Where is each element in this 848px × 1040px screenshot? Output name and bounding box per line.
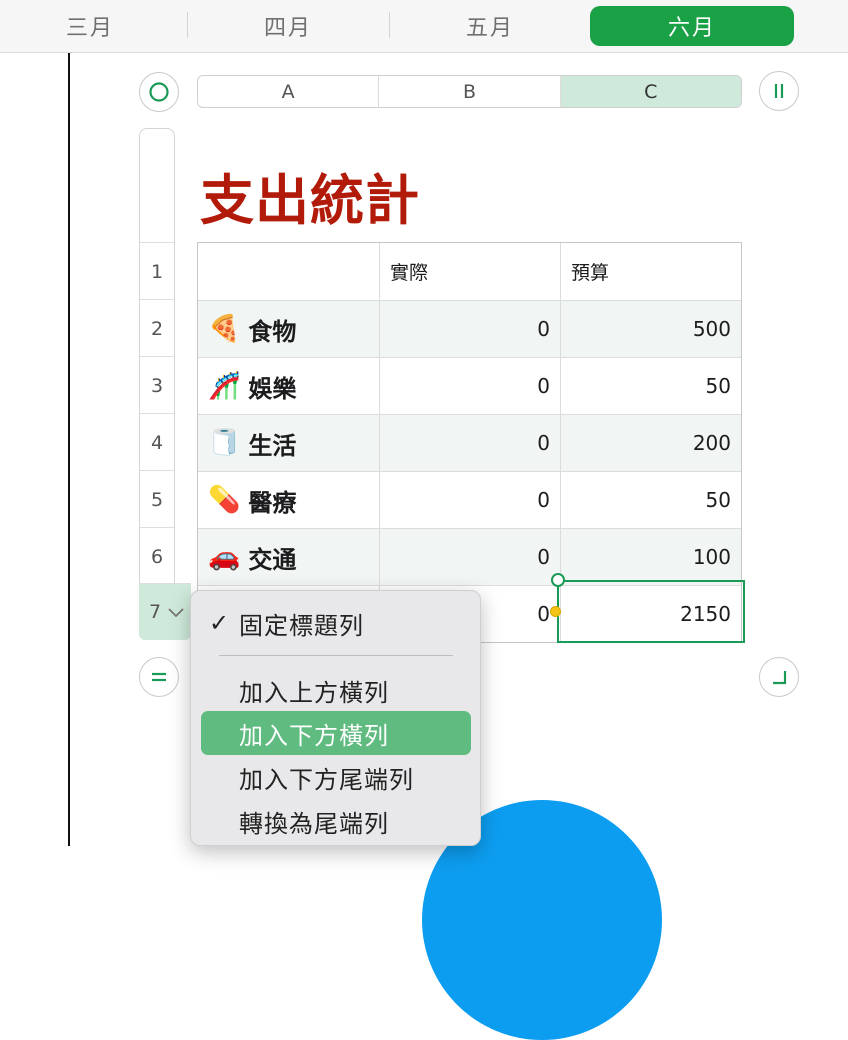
category-label: 生活 bbox=[248, 431, 297, 460]
category-cell[interactable]: 🧻 生活 bbox=[198, 415, 379, 471]
actual-cell[interactable]: 0 bbox=[379, 358, 560, 414]
column-handle-icon bbox=[774, 84, 784, 98]
header-cell-budget[interactable]: 預算 bbox=[560, 243, 741, 300]
budget-cell[interactable]: 200 bbox=[560, 415, 741, 471]
row-header-1[interactable]: 1 bbox=[140, 242, 174, 300]
pill-icon: 💊 bbox=[208, 485, 241, 515]
add-column-button[interactable] bbox=[759, 71, 799, 111]
page-margin-line bbox=[68, 53, 70, 846]
roller-coaster-icon: 🎢 bbox=[208, 371, 241, 401]
menu-item-add-row-above[interactable]: 加入上方橫列 bbox=[201, 668, 471, 712]
row-header-4[interactable]: 4 bbox=[140, 413, 174, 471]
table-header-row: 實際 預算 bbox=[198, 243, 741, 300]
actual-cell[interactable]: 0 bbox=[379, 472, 560, 528]
add-row-button[interactable] bbox=[139, 657, 179, 697]
checkmark-icon: ✓ bbox=[209, 609, 231, 637]
table-row: 🎢 娛樂 0 50 bbox=[198, 357, 741, 414]
row-handle-icon bbox=[152, 672, 166, 682]
month-tab-bar: 三月 四月 五月 六月 bbox=[0, 0, 848, 53]
budget-cell[interactable]: 50 bbox=[560, 472, 741, 528]
tab-april[interactable]: 四月 bbox=[196, 6, 380, 46]
pizza-icon: 🍕 bbox=[208, 314, 241, 344]
header-cell-actual[interactable]: 實際 bbox=[379, 243, 560, 300]
circle-icon bbox=[149, 82, 169, 102]
selection-handle-top[interactable] bbox=[551, 573, 565, 587]
category-cell[interactable]: 🍕 食物 bbox=[198, 301, 379, 357]
menu-item-freeze-header-rows[interactable]: ✓ 固定標題列 bbox=[201, 601, 471, 645]
table-row: 💊 醫療 0 50 bbox=[198, 471, 741, 528]
category-cell[interactable]: 🚗 交通 bbox=[198, 529, 379, 585]
header-cell-category[interactable] bbox=[198, 243, 379, 300]
actual-cell[interactable]: 0 bbox=[379, 415, 560, 471]
category-label: 醫療 bbox=[248, 488, 297, 517]
cell-selection-outline bbox=[557, 580, 745, 643]
budget-cell[interactable]: 50 bbox=[560, 358, 741, 414]
row-header-2[interactable]: 2 bbox=[140, 299, 174, 357]
category-label: 娛樂 bbox=[248, 374, 297, 403]
category-label: 交通 bbox=[248, 545, 297, 574]
car-icon: 🚗 bbox=[208, 542, 241, 572]
column-header-b[interactable]: B bbox=[379, 76, 561, 107]
corner-resize-icon bbox=[773, 671, 787, 685]
tab-june[interactable]: 六月 bbox=[590, 6, 794, 46]
column-header-c[interactable]: C bbox=[560, 76, 741, 107]
table-row: 🧻 生活 0 200 bbox=[198, 414, 741, 471]
row-header-5[interactable]: 5 bbox=[140, 470, 174, 528]
tab-divider bbox=[389, 12, 390, 38]
toilet-paper-icon: 🧻 bbox=[208, 428, 241, 458]
actual-cell[interactable]: 0 bbox=[379, 529, 560, 585]
table-row: 🍕 食物 0 500 bbox=[198, 300, 741, 357]
resize-table-button[interactable] bbox=[759, 657, 799, 697]
actual-cell[interactable]: 0 bbox=[379, 301, 560, 357]
tab-march[interactable]: 三月 bbox=[0, 6, 180, 46]
row-context-menu: ✓ 固定標題列 加入上方橫列 加入下方橫列 加入下方尾端列 轉換為尾端列 bbox=[190, 590, 481, 846]
column-header-bar: A B C bbox=[197, 75, 742, 108]
category-cell[interactable]: 🎢 娛樂 bbox=[198, 358, 379, 414]
menu-item-add-row-below[interactable]: 加入下方橫列 bbox=[201, 711, 471, 755]
sheet-title[interactable]: 支出統計 bbox=[200, 156, 420, 235]
row-header-3[interactable]: 3 bbox=[140, 356, 174, 414]
menu-item-label: 固定標題列 bbox=[239, 611, 364, 640]
category-cell[interactable]: 💊 醫療 bbox=[198, 472, 379, 528]
chevron-down-icon[interactable] bbox=[167, 606, 185, 618]
category-label: 食物 bbox=[248, 317, 297, 346]
budget-cell[interactable]: 500 bbox=[560, 301, 741, 357]
column-header-a[interactable]: A bbox=[198, 76, 380, 107]
budget-cell[interactable]: 100 bbox=[560, 529, 741, 585]
menu-item-add-footer-row-below[interactable]: 加入下方尾端列 bbox=[201, 755, 471, 799]
selection-handle-left[interactable] bbox=[550, 606, 561, 617]
row-number-label: 7 bbox=[149, 601, 162, 623]
tab-may[interactable]: 五月 bbox=[398, 6, 582, 46]
row-header-6[interactable]: 6 bbox=[140, 527, 174, 585]
row-header-bar: 1 2 3 4 5 6 bbox=[139, 128, 175, 640]
row-header-7[interactable]: 7 bbox=[139, 583, 191, 640]
tab-divider bbox=[187, 12, 188, 38]
select-table-button[interactable] bbox=[139, 72, 179, 112]
table-row: 🚗 交通 0 100 bbox=[198, 528, 741, 585]
menu-item-convert-to-footer-row[interactable]: 轉換為尾端列 bbox=[201, 799, 471, 843]
menu-separator bbox=[219, 655, 453, 656]
